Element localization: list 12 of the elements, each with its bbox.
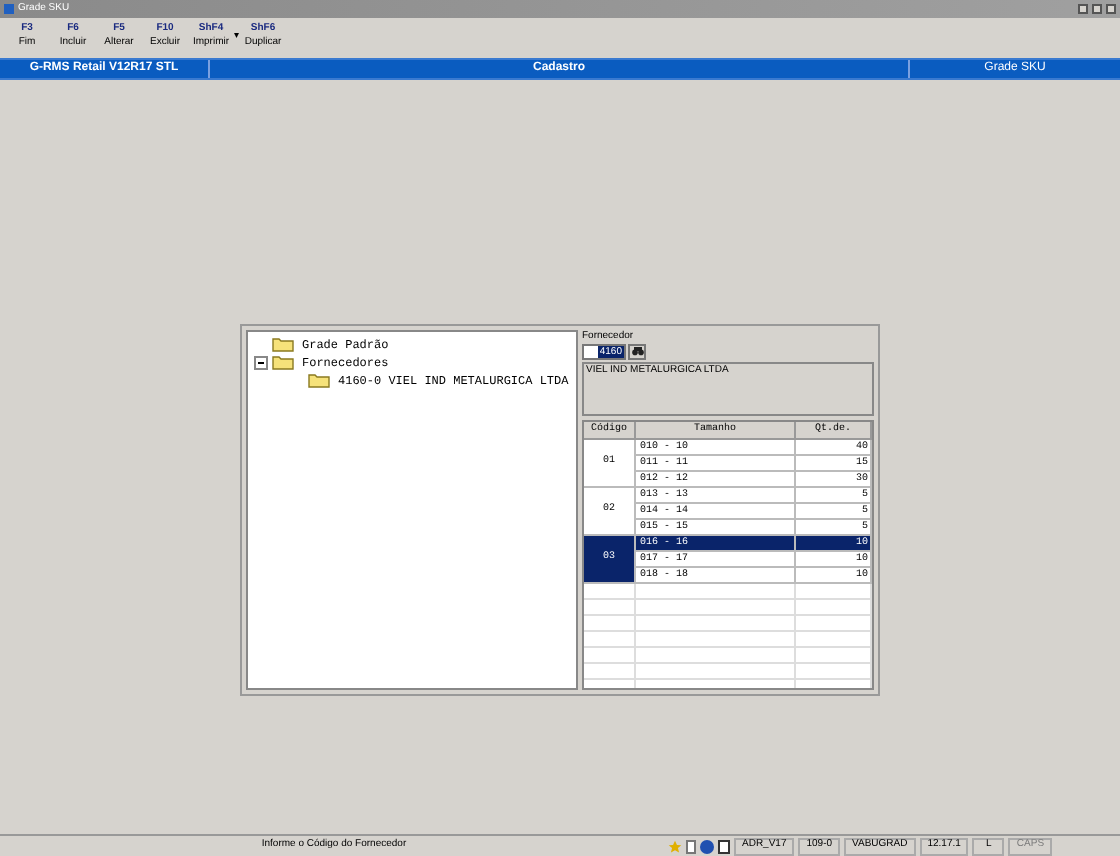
minimize-button[interactable]	[1078, 4, 1088, 14]
app-icon	[4, 4, 14, 14]
maximize-button[interactable]	[1092, 4, 1102, 14]
tree-toggle[interactable]	[254, 355, 268, 369]
folder-icon	[308, 372, 330, 388]
document-icon[interactable]	[686, 839, 696, 853]
help-icon[interactable]	[700, 839, 714, 853]
binoculars-icon	[631, 346, 643, 356]
star-icon[interactable]	[668, 839, 682, 853]
search-button[interactable]	[628, 343, 646, 359]
clipboard-icon[interactable]	[718, 839, 730, 853]
close-button[interactable]	[1106, 4, 1116, 14]
